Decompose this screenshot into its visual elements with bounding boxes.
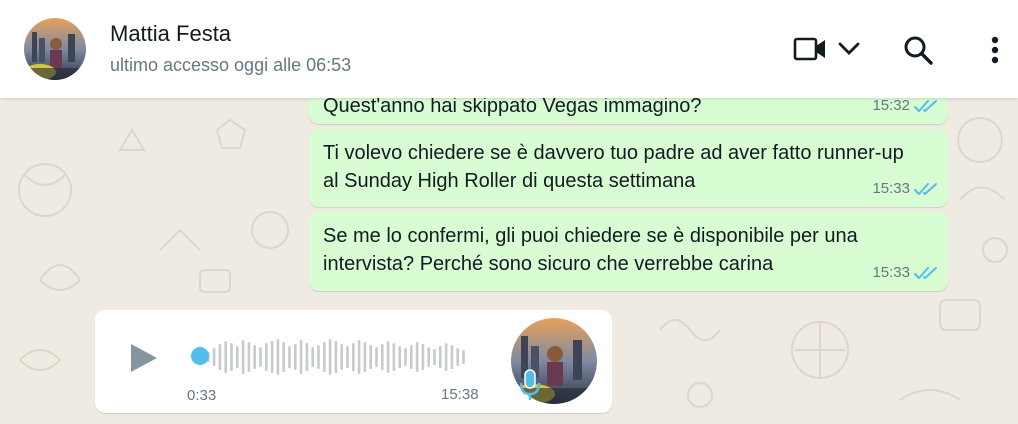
waveform-bar: [253, 345, 256, 369]
waveform-bar: [375, 347, 378, 367]
message-meta: 15:33: [872, 175, 938, 203]
waveform-bar: [439, 346, 442, 368]
waveform-bar: [363, 342, 367, 372]
play-icon[interactable]: [125, 340, 161, 376]
waveform-bar: [386, 341, 390, 373]
message-text: Ti volevo chiedere se è davvero tuo padr…: [323, 142, 904, 192]
waveform-bar: [352, 343, 355, 371]
read-receipt-icon: [914, 182, 938, 196]
waveform-bar: [369, 345, 372, 369]
message-text: Se me lo confermi, gli puoi chiedere se …: [323, 225, 858, 275]
waveform-bar: [340, 344, 343, 370]
video-call-icon[interactable]: [790, 32, 830, 66]
incoming-voice-message[interactable]: 0:33 15:38: [95, 310, 612, 413]
waveform-bar: [247, 342, 251, 372]
voice-duration: 0:33: [187, 387, 217, 404]
waveform-bar: [421, 344, 425, 370]
waveform-bar: [212, 348, 216, 366]
waveform-bar: [462, 350, 465, 364]
waveform-bar: [270, 341, 274, 373]
waveform-bar: [404, 348, 407, 366]
outgoing-message[interactable]: Ti volevo chiedere se è davvero tuo padr…: [309, 129, 948, 207]
last-seen-status: ultimo accesso oggi alle 06:53: [110, 55, 352, 75]
waveform-bar: [392, 343, 396, 371]
search-icon[interactable]: [900, 32, 936, 68]
waveform-bar: [357, 340, 361, 374]
waveform-bar: [265, 343, 268, 371]
message-time: 15:33: [872, 180, 910, 197]
waveform-bar: [288, 346, 291, 368]
menu-dots-icon[interactable]: [984, 34, 1006, 66]
waveform-bar: [224, 341, 227, 373]
waveform-bar: [456, 348, 459, 366]
waveform-bar: [218, 344, 222, 370]
chevron-down-icon[interactable]: [836, 36, 862, 62]
read-receipt-icon: [914, 266, 938, 280]
read-receipt-icon: [914, 99, 938, 113]
waveform-bar: [305, 343, 309, 371]
playback-scrubber[interactable]: [191, 347, 209, 365]
waveform-bar: [311, 347, 314, 367]
waveform-bar: [282, 342, 285, 372]
contact-avatar[interactable]: [24, 18, 86, 80]
message-time: 15:33: [872, 264, 910, 281]
waveform-bar: [299, 340, 303, 374]
waveform-bar: [230, 343, 233, 371]
microphone-icon: [519, 368, 541, 402]
waveform-bar: [317, 345, 320, 369]
waveform-bar: [334, 341, 338, 373]
contact-name[interactable]: Mattia Festa: [110, 21, 231, 47]
waveform-bar: [450, 345, 454, 369]
waveform-bar: [241, 340, 245, 374]
voice-waveform[interactable]: [193, 338, 473, 376]
outgoing-message[interactable]: Se me lo confermi, gli puoi chiedere se …: [309, 212, 948, 291]
chat-header: Mattia Festa ultimo accesso oggi alle 06…: [0, 0, 1018, 98]
waveform-bar: [236, 346, 239, 368]
waveform-bar: [276, 339, 280, 375]
waveform-bar: [415, 342, 419, 372]
waveform-bar: [398, 346, 401, 368]
waveform-bar: [259, 347, 262, 367]
waveform-bar: [294, 344, 297, 370]
waveform-bar: [381, 344, 384, 370]
waveform-bar: [433, 349, 436, 365]
waveform-bar: [444, 343, 448, 371]
message-meta: 15:33: [872, 259, 938, 287]
waveform-bar: [323, 342, 326, 372]
waveform-bar: [346, 346, 349, 368]
waveform-bar: [427, 347, 430, 367]
message-time: 15:38: [441, 386, 479, 403]
waveform-bar: [328, 339, 332, 375]
waveform-bar: [410, 345, 413, 369]
